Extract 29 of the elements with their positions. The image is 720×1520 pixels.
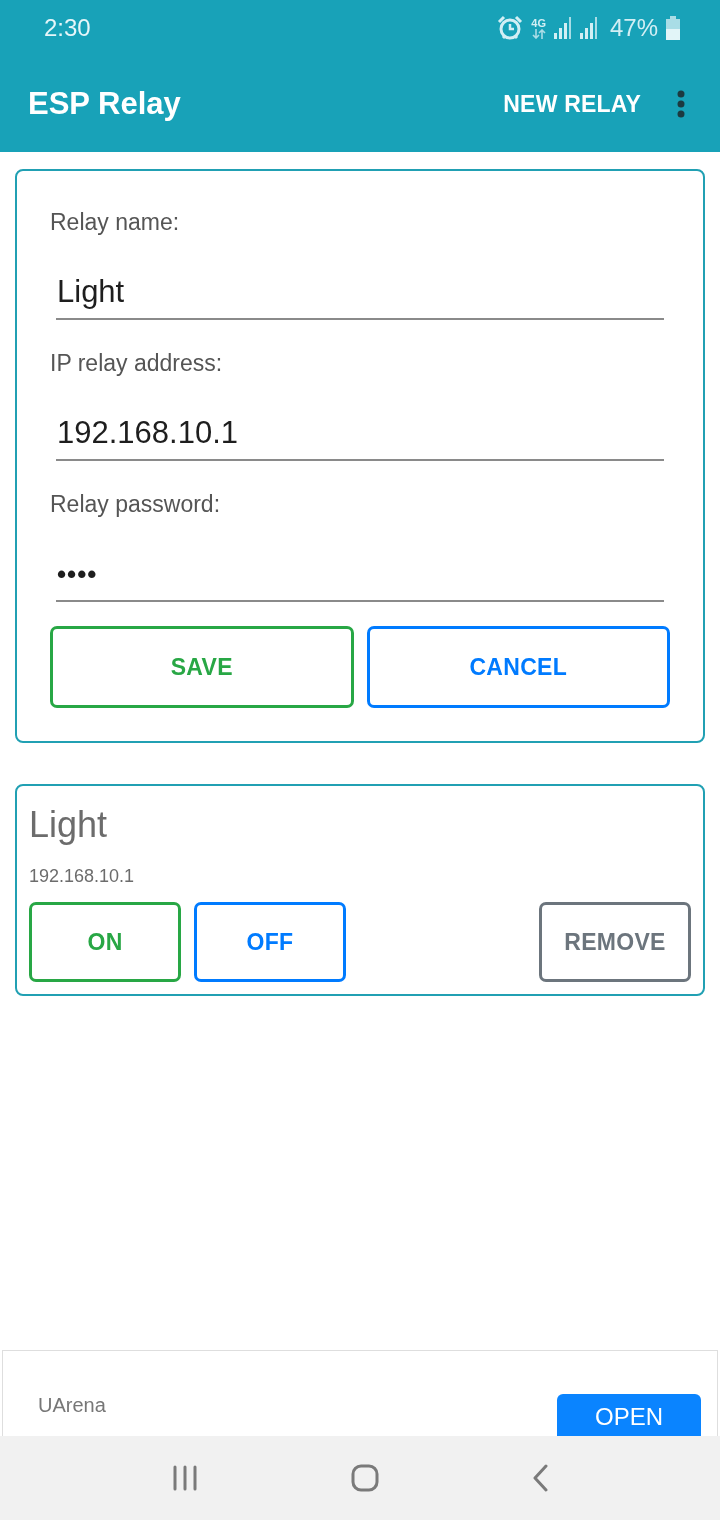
network-type-label: 4G [531, 17, 546, 29]
back-icon[interactable] [531, 1464, 548, 1492]
field-label: IP relay address: [50, 349, 224, 377]
clock-time: 2:30 [44, 14, 91, 42]
advertiser-name: UArena [38, 1394, 106, 1417]
alarm-clock-icon [497, 15, 524, 41]
home-icon[interactable] [351, 1464, 379, 1492]
field-label: Relay name: [50, 208, 181, 236]
save-button[interactable]: SAVE [50, 626, 354, 708]
app-title: ESP Relay [28, 86, 181, 122]
battery-icon [666, 16, 680, 40]
remove-button[interactable]: REMOVE [539, 902, 691, 982]
signal-icon [579, 17, 598, 39]
relay-name: Light [29, 803, 109, 847]
battery-percent: 47% [609, 14, 658, 42]
password-field[interactable]: •••• [56, 532, 664, 602]
new-relay-button[interactable]: NEW RELAY [503, 82, 641, 126]
off-button[interactable]: OFF [194, 902, 346, 982]
overflow-menu-icon[interactable] [677, 90, 685, 118]
text-field[interactable]: 192.168.10.1 [56, 391, 664, 461]
signal-icon [553, 17, 572, 39]
text-field[interactable]: Light [56, 250, 664, 320]
data-arrows-icon [531, 28, 546, 39]
cancel-button[interactable]: CANCEL [366, 626, 670, 708]
on-button[interactable]: ON [29, 902, 181, 982]
field-label: Relay password: [50, 490, 222, 518]
recent-apps-icon[interactable] [172, 1465, 199, 1491]
open-button[interactable]: OPEN [557, 1394, 701, 1436]
relay-address: 192.168.10.1 [29, 865, 136, 888]
